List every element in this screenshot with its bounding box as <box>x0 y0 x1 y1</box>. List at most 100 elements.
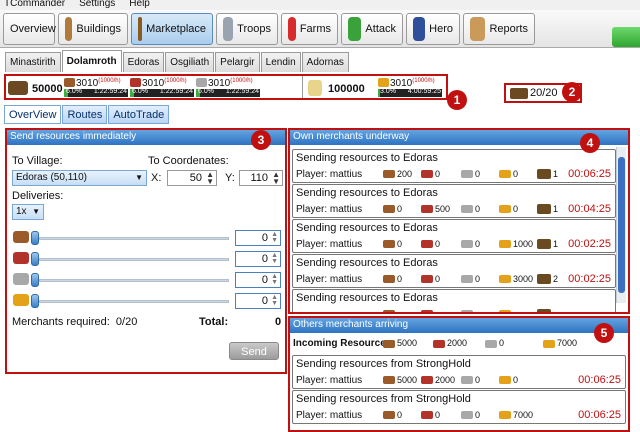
callout-2: 2 <box>562 82 582 102</box>
menu-settings[interactable]: Settings <box>79 0 115 9</box>
merchants-count: 20/20 <box>530 87 558 99</box>
own-merchants-panel: Own merchants underway Sending resources… <box>288 128 630 314</box>
village-tab-minastirith[interactable]: Minastirith <box>5 52 61 72</box>
iron-amount-cell: 0 <box>461 203 480 215</box>
merchant-icon <box>537 169 551 179</box>
nav-label: Troops <box>237 23 271 35</box>
scrollbar-thumb[interactable] <box>618 157 625 293</box>
iron-resource: 3010(1000/h) 6.0% 1:22:59:24 <box>196 78 260 98</box>
wood-slider-thumb[interactable] <box>31 231 39 245</box>
tab-routes[interactable]: Routes <box>62 105 108 124</box>
crop-amount: 1000 <box>513 239 534 249</box>
crop-amount-input[interactable]: 0 ▲ ▼ <box>235 293 281 309</box>
merchant-row-player: Player: mattius <box>296 375 363 386</box>
x-coordinate-input[interactable]: 50 ▲ ▼ <box>167 170 217 186</box>
nav-attack-button[interactable]: Attack <box>341 13 403 45</box>
chevron-down-icon: ▼ <box>32 207 40 216</box>
clay-slider-thumb[interactable] <box>31 252 39 266</box>
wood-rate: (1000/h) <box>98 78 121 84</box>
clay-rate: (1000/h) <box>164 78 187 84</box>
crop-amount: 0 <box>513 169 519 179</box>
to-village-select[interactable]: Edoras (50,110) ▼ <box>12 170 147 186</box>
merchant-row-player: Player: mattius <box>296 239 363 250</box>
callout-3: 3 <box>251 130 271 150</box>
village-tab-edoras[interactable]: Edoras <box>122 52 165 72</box>
nav-troops-button[interactable]: Troops <box>216 13 278 45</box>
to-village-label: To Village: <box>12 155 63 167</box>
merchants-required: Merchants required: 0/20 <box>12 316 138 328</box>
merchant-icon <box>537 274 551 284</box>
tab-overview[interactable]: OverView <box>4 105 62 124</box>
nav-overview-button[interactable]: Overview <box>3 13 56 45</box>
crop-slider-track[interactable] <box>39 300 229 303</box>
iron-icon <box>461 205 473 213</box>
stepper-icon[interactable]: ▲ ▼ <box>271 252 278 265</box>
iron-icon <box>485 340 497 348</box>
menu-app[interactable]: TCommander <box>4 0 65 9</box>
own-merchant-row[interactable]: Sending resources to Edoras Player: matti… <box>292 254 616 288</box>
x-label: X: <box>151 172 162 184</box>
y-coordinate-input[interactable]: 110 ▲ ▼ <box>239 170 283 186</box>
wood-amount: 200 <box>397 169 413 179</box>
incoming-merchant-row[interactable]: Sending resources from StrongHold Player:… <box>292 390 626 424</box>
nav-marketplace-button[interactable]: Marketplace <box>131 13 213 45</box>
crop-amount-cell <box>499 308 513 312</box>
nav-farms-button[interactable]: Farms <box>281 13 338 45</box>
send-button[interactable]: Send <box>229 342 279 360</box>
merchants-used: 1 <box>553 204 559 214</box>
iron-icon <box>461 411 473 419</box>
clay-slider-track[interactable] <box>39 258 229 261</box>
own-merchant-row[interactable]: Sending resources to Edoras Player: matti… <box>292 149 616 183</box>
wood-amount-input[interactable]: 0 ▲ ▼ <box>235 230 281 246</box>
village-tab-adornas[interactable]: Adornas <box>301 52 349 72</box>
stepper-icon[interactable]: ▲ ▼ <box>271 273 278 286</box>
crop-amount: 0 <box>513 204 519 214</box>
granary-capacity-value: 100000 <box>328 83 365 95</box>
stepper-icon[interactable]: ▲ ▼ <box>271 231 278 244</box>
troops-icon <box>223 17 234 41</box>
nav-reports-button[interactable]: Reports <box>463 13 535 45</box>
warehouse-capacity: 50000 <box>8 78 64 98</box>
crop-amount-cell: 3000 <box>499 273 533 285</box>
own-merchant-row[interactable]: Sending resources to Edoras <box>292 289 616 312</box>
iron-icon <box>13 273 29 285</box>
nav-buildings-button[interactable]: Buildings <box>58 13 128 45</box>
iron-icon <box>461 376 473 384</box>
crop-icon <box>543 340 555 348</box>
iron-slider-thumb[interactable] <box>31 273 39 287</box>
wood-amount: 0 <box>397 239 403 249</box>
clay-amount: 0 <box>435 410 441 420</box>
arrival-time: 00:02:25 <box>568 238 611 250</box>
merchants-cell <box>537 308 553 312</box>
iron-amount-cell: 0 <box>461 273 480 285</box>
status-indicator <box>612 27 640 47</box>
iron-slider-track[interactable] <box>39 279 229 282</box>
clay-amount-input[interactable]: 0 ▲ ▼ <box>235 251 281 267</box>
village-tab-dolamroth[interactable]: Dolamroth <box>61 50 122 72</box>
village-tab-osgiliath[interactable]: Osgiliath <box>165 52 215 72</box>
incoming-merchant-row[interactable]: Sending resources from StrongHold Player:… <box>292 355 626 389</box>
wood-slider-track[interactable] <box>39 237 229 240</box>
callout-5: 5 <box>594 323 614 343</box>
own-merchants-scrollbar[interactable] <box>616 147 626 303</box>
iron-rate: (1000/h) <box>230 78 253 84</box>
own-merchant-row[interactable]: Sending resources to Edoras Player: matti… <box>292 184 616 218</box>
own-merchant-row[interactable]: Sending resources to Edoras Player: matti… <box>292 219 616 253</box>
stepper-icon[interactable]: ▲ ▼ <box>272 171 280 186</box>
village-tab-pelargir[interactable]: Pelargir <box>215 52 260 72</box>
crop-slider-thumb[interactable] <box>31 294 39 308</box>
deliveries-select[interactable]: 1x ▼ <box>12 204 44 220</box>
stepper-icon[interactable]: ▲ ▼ <box>271 294 278 307</box>
nav-hero-button[interactable]: Hero <box>406 13 460 45</box>
iron-amount-input[interactable]: 0 ▲ ▼ <box>235 272 281 288</box>
village-tab-lendin[interactable]: Lendin <box>260 52 301 72</box>
stepper-icon[interactable]: ▲ ▼ <box>206 171 214 186</box>
x-value: 50 <box>189 172 202 184</box>
nav-label: Reports <box>489 23 528 35</box>
wood-icon <box>383 205 395 213</box>
merchant-row-player: Player: mattius <box>296 274 363 285</box>
merchant-icon <box>510 88 528 99</box>
tab-autotrade[interactable]: AutoTrade <box>108 105 170 124</box>
menu-help[interactable]: Help <box>129 0 150 9</box>
iron-amount-cell <box>461 308 475 312</box>
